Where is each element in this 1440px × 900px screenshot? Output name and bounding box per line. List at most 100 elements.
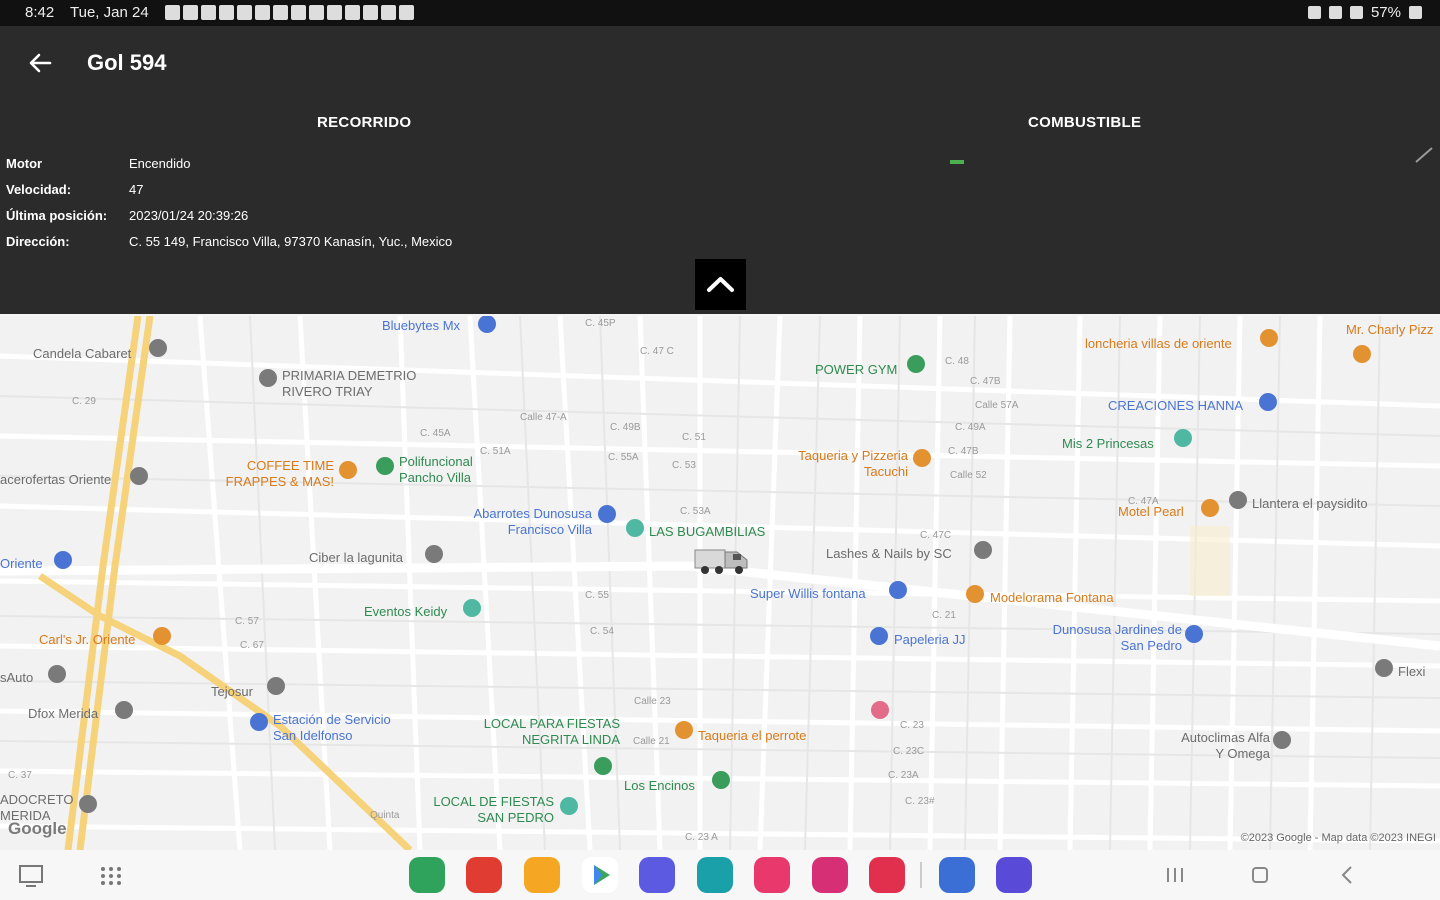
poi-marker[interactable]: Super Willis fontana [750,586,866,602]
status-right: 57% [1307,4,1422,21]
google-logo: Google [8,819,67,838]
back-arrow-icon[interactable] [26,50,54,76]
store-app-icon[interactable] [754,857,790,893]
detail-value: 2023/01/24 20:39:26 [129,208,249,223]
poi-marker[interactable]: Dfox Merida [28,706,98,722]
pencil-icon[interactable] [1413,143,1435,165]
notification-icon [363,5,378,20]
poi-marker[interactable]: COFFEE TIME FRAPPES & MAS! [218,458,334,490]
dock-divider [920,862,922,888]
detail-row: Última posición: 2023/01/24 20:39:26 [6,208,452,234]
street-label: C. 29 [72,396,96,407]
poi-marker[interactable]: Llantera el paysidito [1252,496,1368,512]
wifi-icon [1349,6,1363,19]
vehicle-info-panel: RECORRIDO COMBUSTIBLE Motor Encendido Ve… [0,98,1440,314]
map-copyright: ©2023 Google - Map data ©2023 INEGI [1240,832,1436,844]
detail-row: Velocidad: 47 [6,182,452,208]
notification-icon [399,5,414,20]
calendar-app-icon[interactable] [697,857,733,893]
camera-app-icon[interactable] [869,857,905,893]
detail-label: Velocidad: [6,182,72,197]
poi-marker[interactable]: CREACIONES HANNA [1108,398,1243,414]
poi-marker[interactable]: Los Encinos [624,778,695,794]
poi-marker[interactable]: POWER GYM [815,362,897,378]
notes-app-icon[interactable] [466,857,502,893]
poi-marker[interactable]: Autoclimas Alfa Y Omega [1172,730,1270,762]
poi-marker[interactable]: LOCAL DE FIESTAS SAN PEDRO [420,794,554,826]
street-label: C. 49A [955,422,986,433]
street-label: Quinta [370,810,400,821]
screenshot-icon[interactable] [16,860,46,890]
poi-marker[interactable]: Flexi [1398,664,1425,680]
poi-marker[interactable]: Dunosusa Jardines de San Pedro [1046,622,1182,654]
street-label: C. 37 [8,770,32,781]
street-label: C. 45A [420,428,451,439]
notification-icon [309,5,324,20]
poi-marker[interactable]: LOCAL PARA FIESTAS NEGRITA LINDA [470,716,620,748]
poi-marker[interactable]: Bluebytes Mx [382,318,460,334]
poi-marker[interactable]: sAuto [0,670,33,686]
poi-marker[interactable]: Taqueria y Pizzeria Tacuchi [798,448,908,480]
gallery-app-icon[interactable] [812,857,848,893]
status-time: 8:42 [25,4,55,21]
detail-value: Encendido [129,156,191,171]
status-date: Tue, Jan 24 [70,4,149,21]
poi-marker[interactable]: Motel Pearl [1118,504,1184,520]
poi-marker[interactable]: acerofertas Oriente [0,472,111,488]
files-app-icon[interactable] [524,857,560,893]
recent-apps-icon[interactable] [1160,860,1190,890]
battery-icon [1409,6,1422,19]
poi-marker[interactable]: Estación de Servicio San Idelfonso [273,712,413,744]
map-view[interactable]: C. 45P C. 47 C C. 45A Calle 47-A C. 49B … [0,316,1440,850]
collapse-panel-button[interactable] [695,259,746,310]
browser-app-icon[interactable] [939,857,975,893]
phone-app-icon[interactable] [409,857,445,893]
street-label: Calle 52 [950,470,987,481]
street-label: C. 23 [900,720,924,731]
poi-marker[interactable]: Tejosur [211,684,253,700]
poi-marker[interactable]: Lashes & Nails by SC [826,546,952,562]
poi-marker[interactable]: Modelorama Fontana [990,590,1114,606]
street-grid [0,316,1440,850]
poi-marker[interactable]: Oriente [0,556,43,572]
app-drawer-icon[interactable] [96,860,126,890]
poi-marker[interactable]: Eventos Keidy [364,604,447,620]
poi-marker[interactable]: Carl's Jr. Oriente [39,632,135,648]
poi-marker[interactable]: Abarrotes Dunosusa Francisco Villa [452,506,592,538]
street-label: Calle 47-A [520,412,567,423]
app-bar: Gol 594 [0,26,1440,98]
street-label: C. 54 [590,626,614,637]
poi-marker[interactable]: Polifuncional Pancho Villa [399,454,499,486]
detail-row: Motor Encendido [6,156,452,182]
detail-value: C. 55 149, Francisco Villa, 97370 Kanasí… [129,234,453,249]
notification-icons [165,5,414,20]
notification-icon [273,5,288,20]
messages-app-icon[interactable] [639,857,675,893]
poi-marker[interactable]: PRIMARIA DEMETRIO RIVERO TRIAY [282,368,442,400]
detail-label: Última posición: [6,208,108,223]
back-nav-icon[interactable] [1332,860,1362,890]
street-label: C. 53A [680,506,711,517]
notification-icon [381,5,396,20]
poi-marker[interactable]: Mr. Charly Pizz [1346,322,1433,338]
poi-marker[interactable]: Taqueria el perrote [698,728,806,744]
tab-combustible[interactable]: COMBUSTIBLE [1028,114,1141,131]
poi-marker[interactable]: Papeleria JJ [894,632,966,648]
poi-marker[interactable]: Candela Cabaret [33,346,131,362]
street-label: C. 23A [888,770,919,781]
pen-app-icon[interactable] [996,857,1032,893]
poi-marker[interactable]: Mis 2 Princesas [1062,436,1154,452]
truck-icon[interactable] [693,538,751,578]
notification-icon [345,5,360,20]
street-label: C. 55A [608,452,639,463]
street-label: C. 47B [948,446,979,457]
poi-marker[interactable]: loncheria villas de oriente [1085,336,1232,352]
detail-value: 47 [129,182,144,197]
home-icon[interactable] [1245,860,1275,890]
street-label: C. 55 [585,590,609,601]
notification-icon [255,5,270,20]
notification-icon [237,5,252,20]
tab-recorrido[interactable]: RECORRIDO [317,114,411,131]
play-store-icon[interactable] [582,857,618,893]
poi-marker[interactable]: Ciber la lagunita [309,550,403,566]
